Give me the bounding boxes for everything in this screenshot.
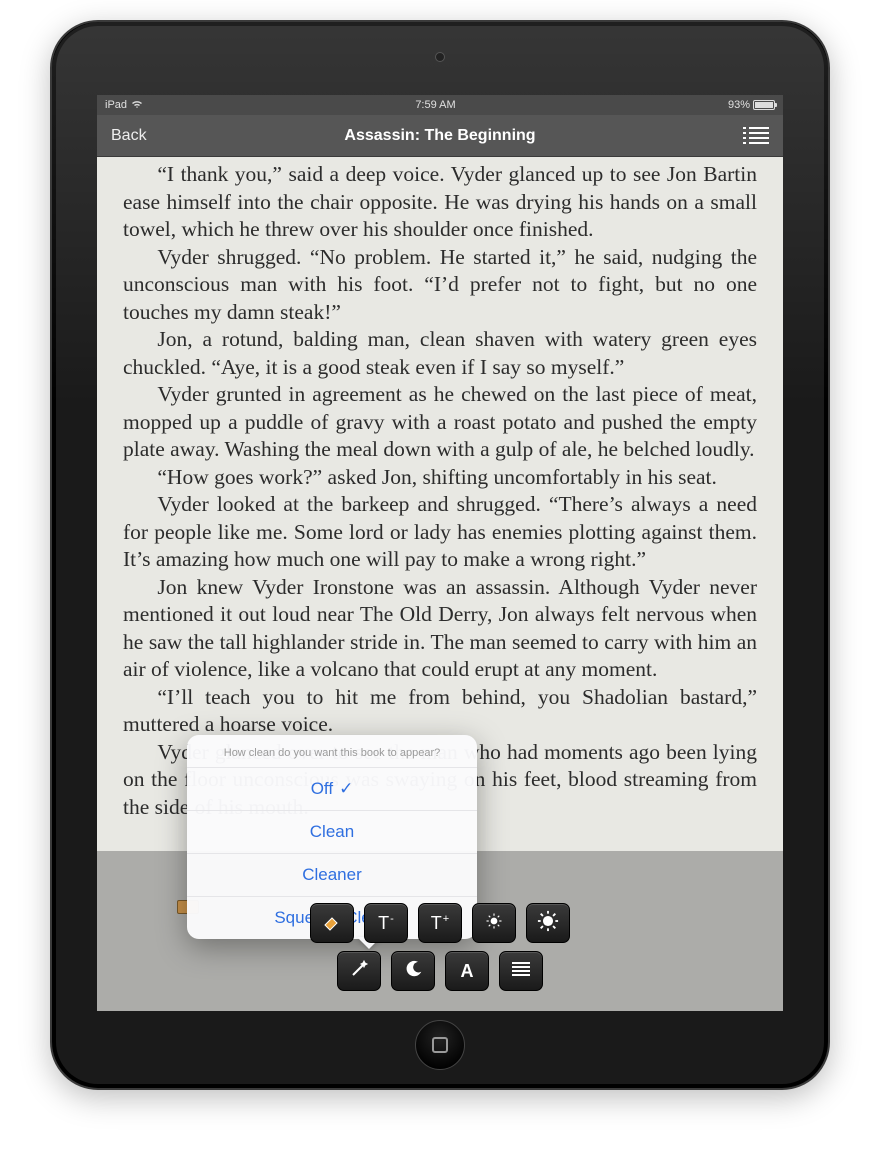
brightness-down-icon (485, 912, 503, 935)
wifi-icon (131, 99, 143, 112)
font-family-label: A (461, 961, 474, 982)
font-decrease-button[interactable]: T- (364, 903, 408, 943)
brightness-up-button[interactable] (526, 903, 570, 943)
justify-button[interactable] (499, 951, 543, 991)
paragraph: “How goes work?” asked Jon, shifting unc… (123, 464, 757, 492)
moon-icon (404, 960, 422, 983)
paragraph: Jon knew Vyder Ironstone was an assassin… (123, 574, 757, 684)
paragraph: “I’ll teach you to hit me from behind, y… (123, 684, 757, 739)
night-mode-button[interactable] (391, 951, 435, 991)
paragraph: Vyder looked at the barkeep and shrugged… (123, 491, 757, 574)
status-bar: iPad 7:59 AM 93% (97, 95, 783, 115)
paragraph: “I thank you,” said a deep voice. Vyder … (123, 161, 757, 244)
magic-wand-button[interactable] (337, 951, 381, 991)
list-icon (749, 127, 769, 144)
reader-toolbar: T- T+ (310, 903, 570, 991)
clean-option-cleaner[interactable]: Cleaner (187, 853, 477, 896)
navigation-bar: Back Assassin: The Beginning (97, 115, 783, 157)
ipad-camera (435, 52, 445, 62)
paragraph: Jon, a rotund, balding man, clean shaven… (123, 326, 757, 381)
justify-icon (511, 961, 531, 982)
font-decrease-label: T- (378, 913, 394, 934)
carrier-label: iPad (105, 99, 127, 111)
font-family-button[interactable]: A (445, 951, 489, 991)
brightness-up-icon (537, 910, 559, 937)
clean-option-clean[interactable]: Clean (187, 810, 477, 853)
font-increase-label: T+ (431, 913, 449, 934)
magic-wand-icon (349, 959, 369, 984)
popover-title: How clean do you want this book to appea… (187, 735, 477, 767)
ipad-device-frame: iPad 7:59 AM 93% Back Assassin: The Begi… (50, 20, 830, 1090)
battery-icon (753, 100, 775, 110)
screen: iPad 7:59 AM 93% Back Assassin: The Begi… (97, 95, 783, 1011)
paragraph: Vyder grunted in agreement as he chewed … (123, 381, 757, 464)
book-title: Assassin: The Beginning (171, 127, 709, 145)
clean-filter-button[interactable] (310, 903, 354, 943)
check-icon: ✓ (339, 779, 353, 798)
font-increase-button[interactable]: T+ (418, 903, 462, 943)
clock: 7:59 AM (415, 99, 455, 111)
battery-percent: 93% (728, 99, 750, 111)
paragraph: Vyder shrugged. “No problem. He started … (123, 244, 757, 327)
clean-option-off[interactable]: Off✓ (187, 767, 477, 810)
toc-button[interactable] (709, 127, 769, 144)
back-button[interactable]: Back (111, 127, 171, 145)
home-button[interactable] (415, 1020, 465, 1070)
brightness-down-button[interactable] (472, 903, 516, 943)
